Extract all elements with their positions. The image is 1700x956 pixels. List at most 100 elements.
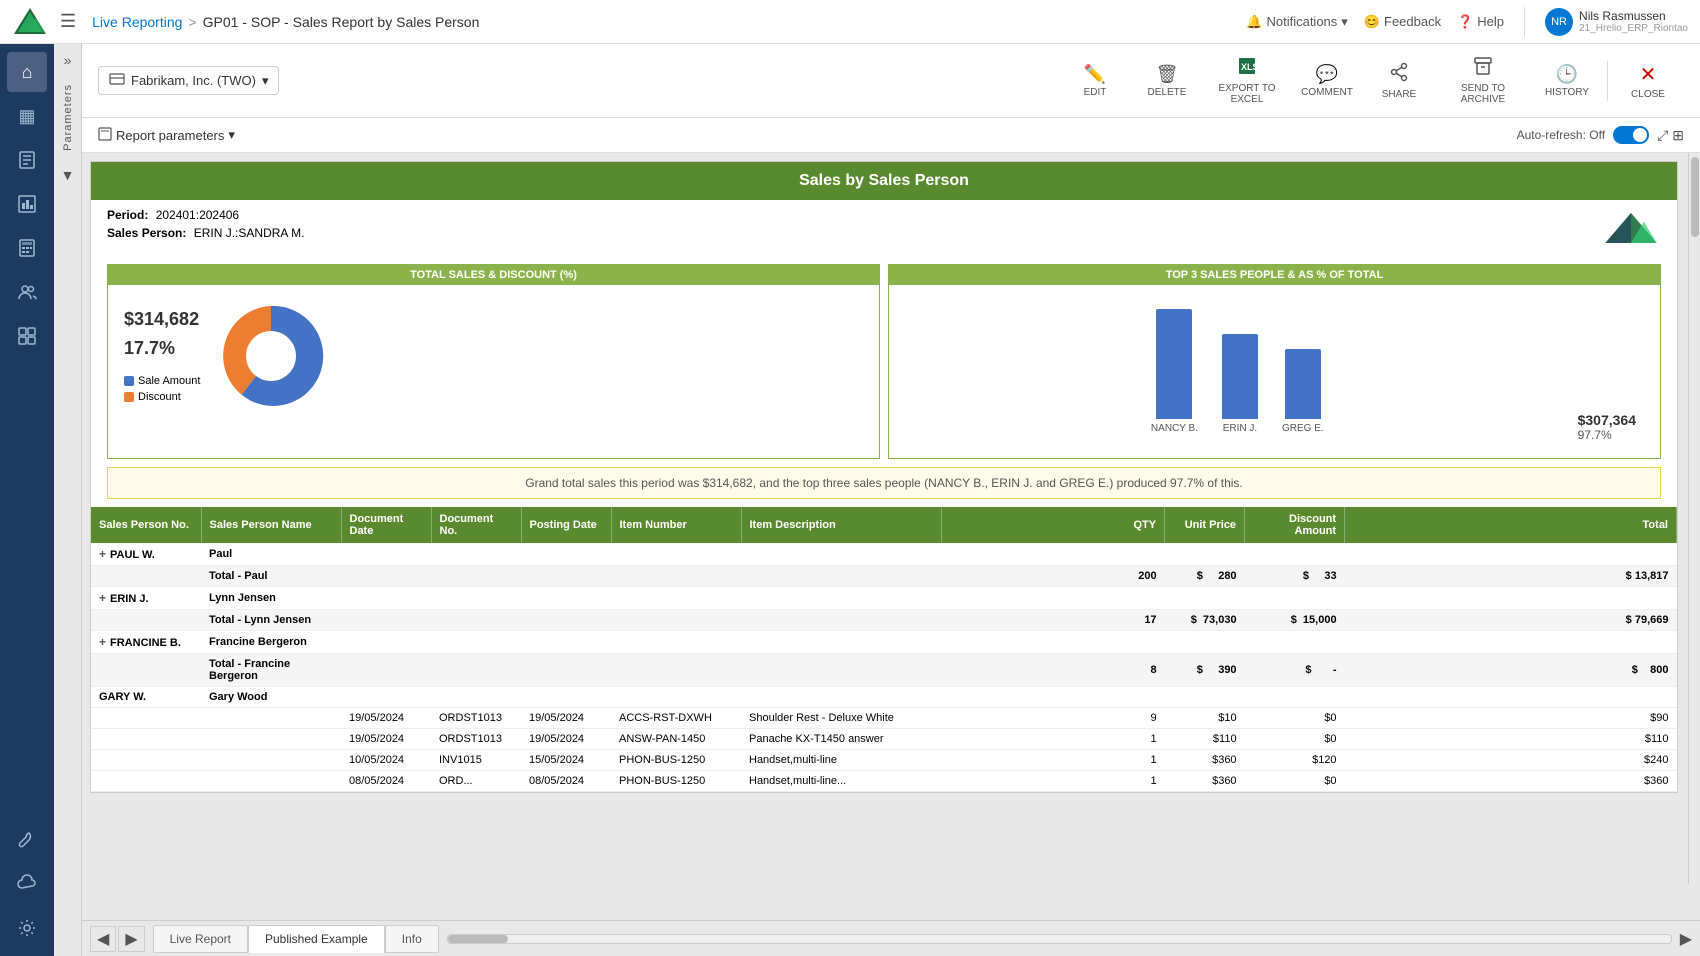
refresh-icons: ⤢ ⊞	[1657, 127, 1684, 144]
th-person-name: Sales Person Name	[201, 507, 341, 543]
tab-live-report[interactable]: Live Report	[153, 925, 248, 953]
params-sidebar: » Parameters ▼	[54, 44, 82, 956]
excel-icon: XLS	[1237, 56, 1257, 81]
sidebar-grid-icon[interactable]: ▦	[7, 96, 47, 136]
sidebar-calc-icon[interactable]	[7, 228, 47, 268]
sidebar-reports-icon[interactable]	[7, 184, 47, 224]
delete-btn[interactable]: 🗑 DELETE	[1131, 58, 1203, 104]
expand-erin-btn[interactable]: +	[99, 591, 106, 605]
sales-person-row: Sales Person: ERIN J.:SANDRA M.	[107, 226, 304, 240]
export-excel-btn[interactable]: XLS EXPORT TO EXCEL	[1203, 50, 1291, 111]
scrollbar-thumb	[1691, 157, 1699, 237]
th-unit-price: Unit Price	[1165, 507, 1245, 543]
tab-nav: ◀ ▶	[90, 926, 145, 952]
th-person-no: Sales Person No.	[91, 507, 201, 543]
summary-row: Grand total sales this period was $314,6…	[107, 467, 1661, 499]
bell-icon: 🔔	[1246, 14, 1262, 30]
legend-blue-dot	[124, 376, 134, 386]
expand-francine-btn[interactable]: +	[99, 635, 106, 649]
report-params-bar: Report parameters ▾ Auto-refresh: Off ⤢ …	[82, 118, 1700, 153]
sidebar-modules-icon[interactable]	[7, 316, 47, 356]
company-dropdown-icon: ▾	[262, 73, 269, 89]
report-frame: Sales by Sales Person Period: 202401:202…	[90, 161, 1678, 793]
hamburger-btn[interactable]: ☰	[60, 11, 76, 32]
auto-refresh-control: Auto-refresh: Off ⤢ ⊞	[1517, 126, 1684, 144]
user-menu[interactable]: NR Nils Rasmussen 21_Hrelio_ERP_Riontao	[1545, 8, 1688, 36]
bar-group-nancy: NANCY B.	[1151, 309, 1198, 434]
comment-btn[interactable]: 💬 COMMENT	[1291, 58, 1363, 104]
sidebar-orders-icon[interactable]	[7, 140, 47, 180]
main-layout: ⌂ ▦ » Parameters ▼	[0, 44, 1700, 956]
table-row: 19/05/2024 ORDST1013 19/05/2024 ACCS-RST…	[91, 708, 1677, 729]
expand-paul-btn[interactable]: +	[99, 547, 106, 561]
user-avatar: NR	[1545, 8, 1573, 36]
sidebar-home-icon[interactable]: ⌂	[7, 52, 47, 92]
report-content: Sales by Sales Person Period: 202401:202…	[82, 153, 1700, 920]
share-btn[interactable]: SHARE	[1363, 56, 1435, 106]
collapse-params-btn[interactable]: »	[64, 52, 72, 68]
tab-published-example[interactable]: Published Example	[248, 925, 385, 953]
edit-btn[interactable]: ✏️ EDIT	[1059, 58, 1131, 104]
breadcrumb-current: GP01 - SOP - Sales Report by Sales Perso…	[203, 14, 480, 30]
legend-discount: Discount	[124, 391, 200, 403]
breadcrumb: Live Reporting > GP01 - SOP - Sales Repo…	[92, 14, 479, 30]
pie-chart-area: $314,682 17.7% Sale Amount D	[116, 293, 871, 419]
expand-report-icon[interactable]: ⤢	[1657, 127, 1668, 144]
th-doc-no: Document No.	[431, 507, 521, 543]
feedback-icon: 😊	[1364, 14, 1380, 30]
feedback-btn[interactable]: 😊 Feedback	[1364, 14, 1441, 30]
h-scrollbar[interactable]	[447, 934, 1672, 944]
bar-chart-right: $307,364 97.7%	[1562, 412, 1636, 442]
bar-erin	[1222, 334, 1258, 419]
grid-report-icon[interactable]: ⊞	[1672, 127, 1684, 144]
auto-refresh-toggle[interactable]	[1613, 126, 1649, 144]
h-scroll-right-btn[interactable]: ▶	[1680, 929, 1692, 949]
data-table: Sales Person No. Sales Person Name Docum…	[91, 507, 1677, 792]
toolbar-actions: ✏️ EDIT 🗑 DELETE XLS EXPORT TO EXCEL 💬 C…	[1059, 50, 1684, 111]
bar-greg	[1285, 349, 1321, 419]
tab-prev-btn[interactable]: ◀	[90, 926, 116, 952]
legend-sale-amount: Sale Amount	[124, 375, 200, 387]
bar-groups: NANCY B. ERIN J. GREG E.	[913, 301, 1562, 442]
notifications-btn[interactable]: 🔔 Notifications ▾	[1246, 14, 1348, 30]
bar-chart-title: TOP 3 SALES PEOPLE & AS % OF TOTAL	[889, 265, 1660, 285]
history-icon: 🕒	[1556, 64, 1578, 85]
vertical-scrollbar[interactable]	[1688, 153, 1700, 884]
bar-chart-content: NANCY B. ERIN J. GREG E.	[897, 293, 1652, 450]
edit-icon: ✏️	[1084, 64, 1106, 85]
delete-icon: 🗑	[1156, 64, 1179, 85]
report-params-toggle[interactable]: Report parameters ▾	[98, 127, 235, 144]
tab-info[interactable]: Info	[385, 925, 439, 953]
th-qty: QTY	[941, 507, 1165, 543]
send-archive-btn[interactable]: SEND TO ARCHIVE	[1435, 50, 1531, 111]
user-details: Nils Rasmussen 21_Hrelio_ERP_Riontao	[1579, 9, 1688, 34]
th-post-date: Posting Date	[521, 507, 611, 543]
table-row: GARY W. Gary Wood	[91, 687, 1677, 708]
table-header-row: Sales Person No. Sales Person Name Docum…	[91, 507, 1677, 543]
nav-divider	[1524, 7, 1525, 37]
company-selector[interactable]: Fabrikam, Inc. (TWO) ▾	[98, 66, 279, 95]
close-btn[interactable]: ✕ CLOSE	[1612, 56, 1684, 106]
table-row: Total - Lynn Jensen 17 $ 73,030 $ 15,000…	[91, 610, 1677, 631]
sidebar-users-icon[interactable]	[7, 272, 47, 312]
th-discount: Discount Amount	[1245, 507, 1345, 543]
sidebar-tools-icon[interactable]	[7, 820, 47, 860]
top-nav: ☰ Live Reporting > GP01 - SOP - Sales Re…	[0, 0, 1700, 44]
archive-icon	[1473, 56, 1493, 81]
report-meta-left: Period: 202401:202406 Sales Person: ERIN…	[107, 208, 304, 240]
comment-icon: 💬	[1316, 64, 1338, 85]
sidebar-cloud-icon[interactable]	[7, 864, 47, 904]
bar-chart-box: TOP 3 SALES PEOPLE & AS % OF TOTAL NANCY…	[888, 264, 1661, 459]
report-params-icon	[98, 127, 112, 144]
filter-icon[interactable]: ▼	[61, 167, 75, 183]
pie-svg	[216, 301, 326, 411]
help-btn[interactable]: ❓ Help	[1457, 14, 1504, 30]
company-logo	[1601, 208, 1661, 248]
tab-next-btn[interactable]: ▶	[118, 926, 144, 952]
right-nav: 🔔 Notifications ▾ 😊 Feedback ❓ Help NR N…	[1246, 7, 1688, 37]
bar-nancy	[1156, 309, 1192, 419]
history-btn[interactable]: 🕒 HISTORY	[1531, 58, 1603, 104]
table-row: +FRANCINE B. Francine Bergeron	[91, 631, 1677, 654]
sidebar-settings-icon[interactable]	[7, 908, 47, 948]
breadcrumb-live-reporting[interactable]: Live Reporting	[92, 14, 182, 30]
